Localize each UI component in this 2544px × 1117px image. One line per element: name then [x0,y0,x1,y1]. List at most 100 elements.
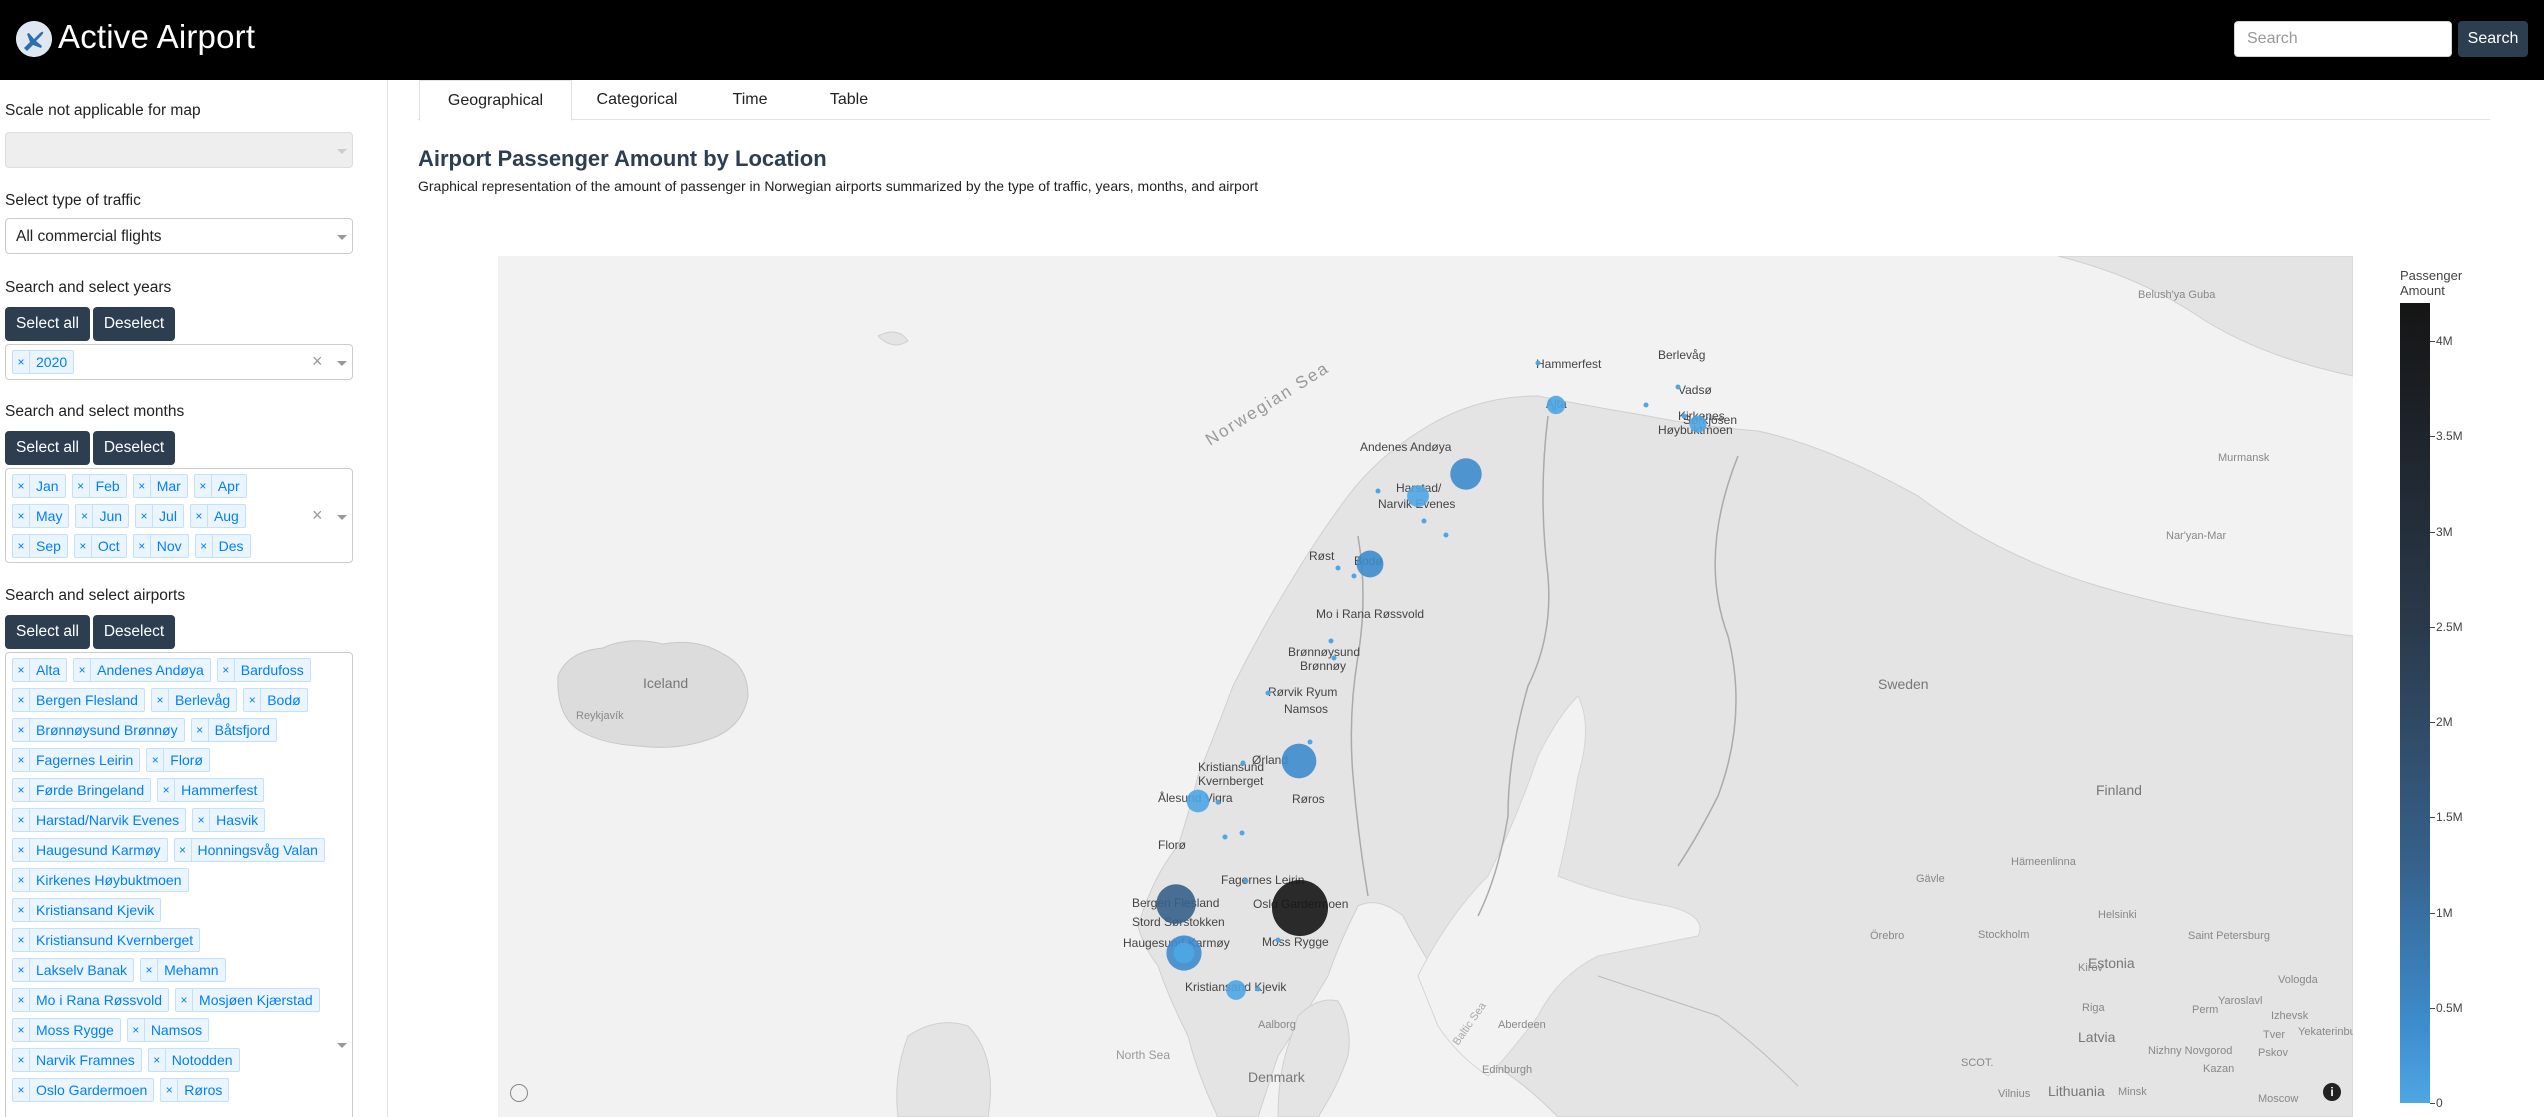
airport-chip[interactable]: × Brønnøysund Brønnøy [12,718,185,742]
airport-chip[interactable]: × Bergen Flesland [12,688,145,712]
remove-icon[interactable]: × [75,535,92,557]
passenger-bubble[interactable] [1281,743,1317,779]
airport-chip[interactable]: × Båtsfjord [190,718,277,742]
passenger-bubble[interactable] [1450,458,1482,490]
airport-chip[interactable]: × Namsos [126,1018,210,1042]
remove-icon[interactable]: × [244,689,262,711]
remove-icon[interactable]: × [218,659,235,681]
month-chip[interactable]: × Sep [12,534,68,558]
airport-dot[interactable] [1275,937,1281,943]
passenger-bubble[interactable] [1546,395,1566,415]
remove-icon[interactable]: × [158,779,176,801]
remove-icon[interactable]: × [193,809,211,831]
airport-chip[interactable]: × Notodden [147,1048,240,1072]
remove-icon[interactable]: × [13,535,30,557]
passenger-bubble[interactable] [1173,942,1195,964]
remove-icon[interactable]: × [13,689,30,711]
airport-chip[interactable]: × Røros [160,1078,230,1102]
airport-chip[interactable]: × Bardufoss [216,658,311,682]
search-button[interactable]: Search [2458,21,2528,57]
month-chip[interactable]: × Nov [132,534,189,558]
clear-icon[interactable]: × [312,505,323,526]
airport-chip[interactable]: × Oslo Gardermoen [12,1078,155,1102]
airport-dot[interactable] [1243,878,1249,884]
airport-chip[interactable]: × Florø [146,748,210,772]
remove-icon[interactable]: × [13,989,30,1011]
passenger-bubble[interactable] [1407,485,1429,507]
airports-deselect-button[interactable]: Deselect [93,615,175,649]
remove-icon[interactable]: × [13,1019,30,1041]
month-chip[interactable]: × Des [194,534,251,558]
traffic-dropdown[interactable]: All commercial flights [5,218,353,254]
months-multiselect[interactable]: × Jan × Feb × Mar × Apr × May × Jun × Jul × Aug … [5,468,353,563]
airport-chip[interactable]: × Andenes Andøya [73,658,211,682]
month-chip[interactable]: × May [12,504,70,528]
passenger-bubble[interactable] [1156,884,1196,924]
airport-dot[interactable] [1265,690,1271,696]
month-chip[interactable]: × Jun [75,504,130,528]
airport-chip[interactable]: × Mo i Rana Røssvold [12,988,170,1012]
remove-icon[interactable]: × [134,535,151,557]
airport-dot[interactable] [1681,413,1687,419]
airport-chip[interactable]: × Harstad/Narvik Evenes [12,808,187,832]
airport-dot[interactable] [1255,986,1261,992]
airport-dot[interactable] [1240,760,1246,766]
airport-dot[interactable] [1551,406,1557,412]
airport-dot[interactable] [1375,488,1381,494]
airport-dot[interactable] [1328,638,1334,644]
remove-icon[interactable]: × [195,475,212,497]
airport-dot[interactable] [1222,834,1228,840]
tab-categorical[interactable]: Categorical [573,80,701,120]
years-deselect-button[interactable]: Deselect [93,307,175,341]
info-icon[interactable]: i [2323,1083,2341,1101]
search-input[interactable] [2234,21,2452,57]
month-chip[interactable]: × Oct [73,534,127,558]
passenger-bubble[interactable] [1226,980,1246,1000]
airport-chip[interactable]: × Narvik Framnes [12,1048,142,1072]
month-chip[interactable]: × Feb [71,474,127,498]
airport-chip[interactable]: × Førde Bringeland [12,778,152,802]
remove-icon[interactable]: × [73,475,90,497]
airports-multiselect[interactable]: × Alta × Andenes Andøya × Bardufoss × Bergen Fl… [5,652,353,1117]
airport-dot[interactable] [1335,565,1341,571]
tab-geographical[interactable]: Geographical [419,80,572,121]
airport-chip[interactable]: × Mosjøen Kjærstad [175,988,320,1012]
remove-icon[interactable]: × [76,505,94,527]
tab-table[interactable]: Table [799,80,899,120]
year-chip[interactable]: × 2020 [12,350,75,374]
tab-time[interactable]: Time [701,80,799,120]
remove-icon[interactable]: × [13,959,30,981]
months-select-all-button[interactable]: Select all [5,431,90,465]
remove-icon[interactable]: × [13,899,30,921]
remove-icon[interactable]: × [13,1049,30,1071]
remove-icon[interactable]: × [149,1049,166,1071]
remove-icon[interactable]: × [13,839,30,861]
airport-dot[interactable] [1351,573,1357,579]
remove-icon[interactable]: × [175,839,192,861]
airport-chip[interactable]: × Bodø [243,688,308,712]
remove-icon[interactable]: × [13,1079,30,1101]
passenger-bubble[interactable] [1272,880,1328,936]
remove-icon[interactable]: × [196,535,213,557]
airports-select-all-button[interactable]: Select all [5,615,90,649]
remove-icon[interactable]: × [192,719,209,741]
remove-icon[interactable]: × [13,659,30,681]
remove-icon[interactable]: × [74,659,92,681]
month-chip[interactable]: × Mar [132,474,188,498]
remove-icon[interactable]: × [13,869,30,891]
remove-icon[interactable]: × [13,505,30,527]
remove-icon[interactable]: × [13,929,30,951]
passenger-bubble[interactable] [1186,789,1210,813]
remove-icon[interactable]: × [13,749,30,771]
airport-chip[interactable]: × Honningsvåg Valan [173,838,325,862]
remove-icon[interactable]: × [134,475,151,497]
remove-icon[interactable]: × [13,351,30,373]
clear-icon[interactable]: × [312,351,323,372]
airport-dot[interactable] [1239,830,1245,836]
remove-icon[interactable]: × [13,809,30,831]
month-chip[interactable]: × Aug [189,504,246,528]
airport-dot[interactable] [1331,655,1337,661]
years-multiselect[interactable]: × 2020 × [5,344,353,380]
airport-chip[interactable]: × Kristiansand Kjevik [12,898,162,922]
remove-icon[interactable]: × [13,719,30,741]
